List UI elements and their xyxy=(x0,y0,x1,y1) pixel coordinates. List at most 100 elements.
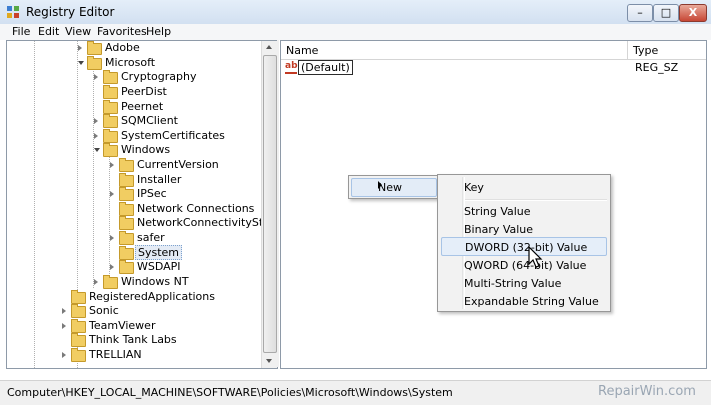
expand-arrow-icon[interactable] xyxy=(62,352,66,358)
expand-arrow-icon[interactable] xyxy=(78,45,82,51)
close-button[interactable]: X xyxy=(679,4,707,22)
tree-node-label: Cryptography xyxy=(121,70,197,83)
expand-arrow-icon[interactable] xyxy=(94,118,98,124)
collapse-arrow-icon[interactable] xyxy=(94,148,100,152)
tree-node-label: Network Connections xyxy=(137,202,255,215)
expand-arrow-icon[interactable] xyxy=(62,308,66,314)
folder-icon xyxy=(87,41,102,55)
tree-node-label: Sonic xyxy=(89,304,119,317)
tree-node-label: RegisteredApplications xyxy=(89,290,215,303)
folder-icon xyxy=(119,216,134,230)
expand-arrow-icon[interactable] xyxy=(110,235,114,241)
menu-help[interactable]: Help xyxy=(146,25,171,38)
tree-node-label: Adobe xyxy=(105,41,140,54)
expand-arrow-icon[interactable] xyxy=(94,279,98,285)
tree-node-label: Peernet xyxy=(121,100,164,113)
scrollbar-thumb[interactable] xyxy=(263,55,277,353)
menu-edit[interactable]: Edit xyxy=(38,25,59,38)
menu-item-expandable-string-value[interactable]: Expandable String Value xyxy=(441,292,605,309)
submenu-arrow-icon xyxy=(378,181,382,189)
mouse-cursor-icon xyxy=(528,246,543,268)
menu-separator xyxy=(465,199,607,201)
folder-icon xyxy=(103,100,118,114)
folder-icon xyxy=(119,231,134,245)
menu-item-multi-string-value[interactable]: Multi-String Value xyxy=(441,274,605,291)
folder-icon xyxy=(119,173,134,187)
menu-file[interactable]: File xyxy=(12,25,30,38)
pane-splitter[interactable] xyxy=(277,40,279,367)
tree-node-label: WSDAPI xyxy=(137,260,181,273)
scroll-up-arrow-icon[interactable] xyxy=(266,45,272,49)
folder-icon xyxy=(119,202,134,216)
folder-icon xyxy=(119,158,134,172)
tree-node-label: IPSec xyxy=(137,187,167,200)
folder-icon xyxy=(103,143,118,157)
tree-node-label: Think Tank Labs xyxy=(89,333,177,346)
tree-node-label: Microsoft xyxy=(105,56,156,69)
folder-icon xyxy=(71,304,86,318)
tree-node-label: TeamViewer xyxy=(89,319,156,332)
folder-icon xyxy=(71,290,86,304)
tree-node-label: Windows xyxy=(121,143,171,156)
menu-item-key[interactable]: Key xyxy=(441,178,605,195)
folder-icon xyxy=(119,260,134,274)
ab-string-icon: ab xyxy=(285,61,298,74)
menu-item-label: Multi-String Value xyxy=(464,277,562,290)
column-header-label: Type xyxy=(633,44,659,57)
column-header-label: Name xyxy=(286,44,319,57)
menu-item-qword-value[interactable]: QWORD (64-bit) Value xyxy=(441,256,605,273)
collapse-arrow-icon[interactable] xyxy=(78,61,84,65)
menu-bar: File Edit View Favorites Help xyxy=(0,24,711,40)
folder-icon xyxy=(71,348,86,362)
folder-icon xyxy=(71,319,86,333)
menu-item-label: Binary Value xyxy=(464,223,534,236)
tree-node-label: PeerDist xyxy=(121,85,167,98)
registry-path: Computer\HKEY_LOCAL_MACHINE\SOFTWARE\Pol… xyxy=(7,386,453,399)
menu-item-dword-value[interactable]: DWORD (32-bit) Value xyxy=(441,237,607,256)
list-item[interactable]: ab (Default) REG_SZ xyxy=(283,60,703,76)
folder-icon xyxy=(103,70,118,84)
menu-view[interactable]: View xyxy=(65,25,91,38)
menu-favorites[interactable]: Favorites xyxy=(97,25,147,38)
tree-guide xyxy=(109,151,110,276)
minimize-button[interactable]: – xyxy=(627,4,653,22)
tree-guide xyxy=(93,63,94,288)
menu-item-binary-value[interactable]: Binary Value xyxy=(441,220,605,237)
tree-node-label: safer xyxy=(137,231,165,244)
window-title: Registry Editor xyxy=(26,5,115,19)
scroll-down-arrow-icon[interactable] xyxy=(266,359,272,363)
expand-arrow-icon[interactable] xyxy=(110,264,114,270)
expand-arrow-icon[interactable] xyxy=(110,191,114,197)
menu-item-label: String Value xyxy=(464,205,531,218)
menu-item-new[interactable]: New xyxy=(351,178,437,197)
folder-icon xyxy=(103,275,118,289)
tree-node-label: TRELLIAN xyxy=(89,348,142,361)
expand-arrow-icon[interactable] xyxy=(94,74,98,80)
tree-node-label: Windows NT xyxy=(121,275,189,288)
new-submenu: Key String Value Binary Value DWORD (32-… xyxy=(437,174,611,312)
context-menu: New xyxy=(348,175,439,199)
maximize-button[interactable]: □ xyxy=(653,4,679,22)
folder-icon xyxy=(119,187,134,201)
menu-item-label: DWORD (32-bit) Value xyxy=(465,241,588,254)
column-header-type[interactable]: Type xyxy=(628,41,706,60)
tree-node-label: System xyxy=(135,245,183,260)
folder-icon xyxy=(119,246,134,260)
column-header-name[interactable]: Name xyxy=(281,41,628,60)
folder-icon xyxy=(87,56,102,70)
expand-arrow-icon[interactable] xyxy=(94,133,98,139)
expand-arrow-icon[interactable] xyxy=(110,162,114,168)
tree-node-label: CurrentVersion xyxy=(137,158,219,171)
menu-item-string-value[interactable]: String Value xyxy=(441,202,605,219)
tree-node-label: NetworkConnectivityStatusIn xyxy=(137,216,277,229)
expand-arrow-icon[interactable] xyxy=(62,323,66,329)
tree-scrollbar[interactable] xyxy=(261,41,277,368)
folder-icon xyxy=(103,85,118,99)
value-name: (Default) xyxy=(298,60,353,75)
watermark: RepairWin.com xyxy=(598,384,696,399)
menu-item-label: QWORD (64-bit) Value xyxy=(464,259,587,272)
registry-tree[interactable]: Adobe Microsoft Cryptography PeerDist Pe… xyxy=(6,40,278,369)
tree-guide xyxy=(34,41,35,368)
tree-node-label: SystemCertificates xyxy=(121,129,225,142)
value-type: REG_SZ xyxy=(635,61,679,74)
